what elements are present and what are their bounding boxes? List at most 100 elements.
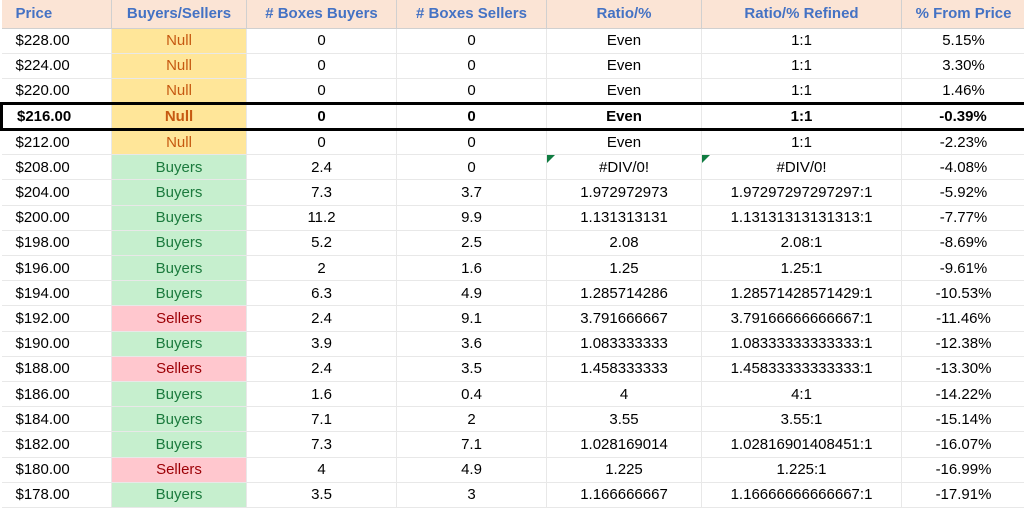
cell-buyers-sellers[interactable]: Sellers (112, 306, 247, 331)
cell-price[interactable]: $184.00 (2, 407, 112, 432)
cell-boxes-buyers[interactable]: 11.2 (247, 205, 397, 230)
cell-buyers-sellers[interactable]: Sellers (112, 457, 247, 482)
cell-price[interactable]: $212.00 (2, 130, 112, 155)
cell-ratio[interactable]: 3.791666667 (547, 306, 702, 331)
cell-buyers-sellers[interactable]: Null (112, 130, 247, 155)
cell-ratio[interactable]: 1.131313131 (547, 205, 702, 230)
cell-boxes-sellers[interactable]: 3.5 (397, 356, 547, 381)
cell-ratio-refined[interactable]: 1.25:1 (702, 256, 902, 281)
cell-boxes-buyers[interactable]: 0 (247, 28, 397, 53)
cell-boxes-sellers[interactable]: 9.1 (397, 306, 547, 331)
cell-ratio[interactable]: 4 (547, 381, 702, 406)
cell-boxes-sellers[interactable]: 0 (397, 28, 547, 53)
cell-boxes-buyers[interactable]: 0 (247, 130, 397, 155)
cell-pct-from-price[interactable]: -9.61% (902, 256, 1024, 281)
cell-boxes-sellers[interactable]: 3.6 (397, 331, 547, 356)
cell-buyers-sellers[interactable]: Null (112, 28, 247, 53)
cell-buyers-sellers[interactable]: Buyers (112, 205, 247, 230)
cell-buyers-sellers[interactable]: Buyers (112, 281, 247, 306)
cell-buyers-sellers[interactable]: Null (112, 78, 247, 103)
cell-pct-from-price[interactable]: 1.46% (902, 78, 1024, 103)
cell-price[interactable]: $204.00 (2, 180, 112, 205)
cell-ratio[interactable]: Even (547, 104, 702, 130)
cell-boxes-sellers[interactable]: 3 (397, 482, 547, 507)
cell-ratio[interactable]: 1.458333333 (547, 356, 702, 381)
cell-buyers-sellers[interactable]: Null (112, 104, 247, 130)
cell-boxes-buyers[interactable]: 0 (247, 53, 397, 78)
cell-ratio[interactable]: 1.083333333 (547, 331, 702, 356)
cell-ratio-refined[interactable]: 2.08:1 (702, 230, 902, 255)
cell-price[interactable]: $188.00 (2, 356, 112, 381)
cell-boxes-sellers[interactable]: 0.4 (397, 381, 547, 406)
cell-boxes-buyers[interactable]: 4 (247, 457, 397, 482)
cell-price[interactable]: $186.00 (2, 381, 112, 406)
cell-buyers-sellers[interactable]: Buyers (112, 180, 247, 205)
cell-price[interactable]: $196.00 (2, 256, 112, 281)
cell-boxes-buyers[interactable]: 2.4 (247, 155, 397, 180)
cell-boxes-buyers[interactable]: 0 (247, 104, 397, 130)
cell-ratio[interactable]: #DIV/0! (547, 155, 702, 180)
cell-pct-from-price[interactable]: -4.08% (902, 155, 1024, 180)
cell-buyers-sellers[interactable]: Buyers (112, 230, 247, 255)
cell-boxes-buyers[interactable]: 7.3 (247, 180, 397, 205)
cell-ratio-refined[interactable]: 1.225:1 (702, 457, 902, 482)
cell-ratio-refined[interactable]: 1:1 (702, 104, 902, 130)
cell-pct-from-price[interactable]: -0.39% (902, 104, 1024, 130)
cell-price[interactable]: $194.00 (2, 281, 112, 306)
cell-pct-from-price[interactable]: -5.92% (902, 180, 1024, 205)
cell-boxes-sellers[interactable]: 7.1 (397, 432, 547, 457)
cell-price[interactable]: $208.00 (2, 155, 112, 180)
cell-pct-from-price[interactable]: -11.46% (902, 306, 1024, 331)
cell-boxes-sellers[interactable]: 3.7 (397, 180, 547, 205)
cell-boxes-sellers[interactable]: 4.9 (397, 457, 547, 482)
cell-pct-from-price[interactable]: -17.91% (902, 482, 1024, 507)
cell-buyers-sellers[interactable]: Buyers (112, 407, 247, 432)
cell-ratio-refined[interactable]: 1:1 (702, 53, 902, 78)
cell-buyers-sellers[interactable]: Buyers (112, 482, 247, 507)
cell-ratio[interactable]: Even (547, 28, 702, 53)
header-ratio-refined[interactable]: Ratio/% Refined (702, 0, 902, 28)
cell-ratio[interactable]: Even (547, 53, 702, 78)
cell-price[interactable]: $192.00 (2, 306, 112, 331)
cell-ratio[interactable]: Even (547, 78, 702, 103)
header-boxes-buyers[interactable]: # Boxes Buyers (247, 0, 397, 28)
cell-boxes-sellers[interactable]: 0 (397, 78, 547, 103)
cell-ratio-refined[interactable]: 4:1 (702, 381, 902, 406)
cell-price[interactable]: $182.00 (2, 432, 112, 457)
cell-price[interactable]: $224.00 (2, 53, 112, 78)
cell-price[interactable]: $200.00 (2, 205, 112, 230)
cell-boxes-sellers[interactable]: 0 (397, 53, 547, 78)
cell-boxes-sellers[interactable]: 0 (397, 104, 547, 130)
cell-pct-from-price[interactable]: -7.77% (902, 205, 1024, 230)
cell-buyers-sellers[interactable]: Sellers (112, 356, 247, 381)
cell-ratio[interactable]: 1.028169014 (547, 432, 702, 457)
cell-ratio-refined[interactable]: 1:1 (702, 78, 902, 103)
cell-ratio-refined[interactable]: 3.79166666666667:1 (702, 306, 902, 331)
cell-ratio-refined[interactable]: 1.45833333333333:1 (702, 356, 902, 381)
cell-boxes-buyers[interactable]: 3.5 (247, 482, 397, 507)
header-boxes-sellers[interactable]: # Boxes Sellers (397, 0, 547, 28)
cell-boxes-buyers[interactable]: 6.3 (247, 281, 397, 306)
cell-boxes-buyers[interactable]: 2.4 (247, 356, 397, 381)
cell-boxes-buyers[interactable]: 7.1 (247, 407, 397, 432)
cell-pct-from-price[interactable]: -13.30% (902, 356, 1024, 381)
cell-price[interactable]: $216.00 (2, 104, 112, 130)
cell-price[interactable]: $178.00 (2, 482, 112, 507)
cell-pct-from-price[interactable]: -8.69% (902, 230, 1024, 255)
cell-buyers-sellers[interactable]: Buyers (112, 256, 247, 281)
cell-ratio[interactable]: 2.08 (547, 230, 702, 255)
cell-ratio-refined[interactable]: 3.55:1 (702, 407, 902, 432)
cell-boxes-buyers[interactable]: 7.3 (247, 432, 397, 457)
cell-boxes-sellers[interactable]: 0 (397, 155, 547, 180)
cell-ratio[interactable]: 1.25 (547, 256, 702, 281)
cell-ratio-refined[interactable]: 1:1 (702, 28, 902, 53)
cell-boxes-sellers[interactable]: 1.6 (397, 256, 547, 281)
cell-boxes-sellers[interactable]: 9.9 (397, 205, 547, 230)
header-price[interactable]: Price (2, 0, 112, 28)
cell-ratio-refined[interactable]: 1.16666666666667:1 (702, 482, 902, 507)
cell-ratio-refined[interactable]: #DIV/0! (702, 155, 902, 180)
cell-pct-from-price[interactable]: -16.07% (902, 432, 1024, 457)
cell-buyers-sellers[interactable]: Buyers (112, 331, 247, 356)
cell-pct-from-price[interactable]: 5.15% (902, 28, 1024, 53)
cell-ratio-refined[interactable]: 1.02816901408451:1 (702, 432, 902, 457)
